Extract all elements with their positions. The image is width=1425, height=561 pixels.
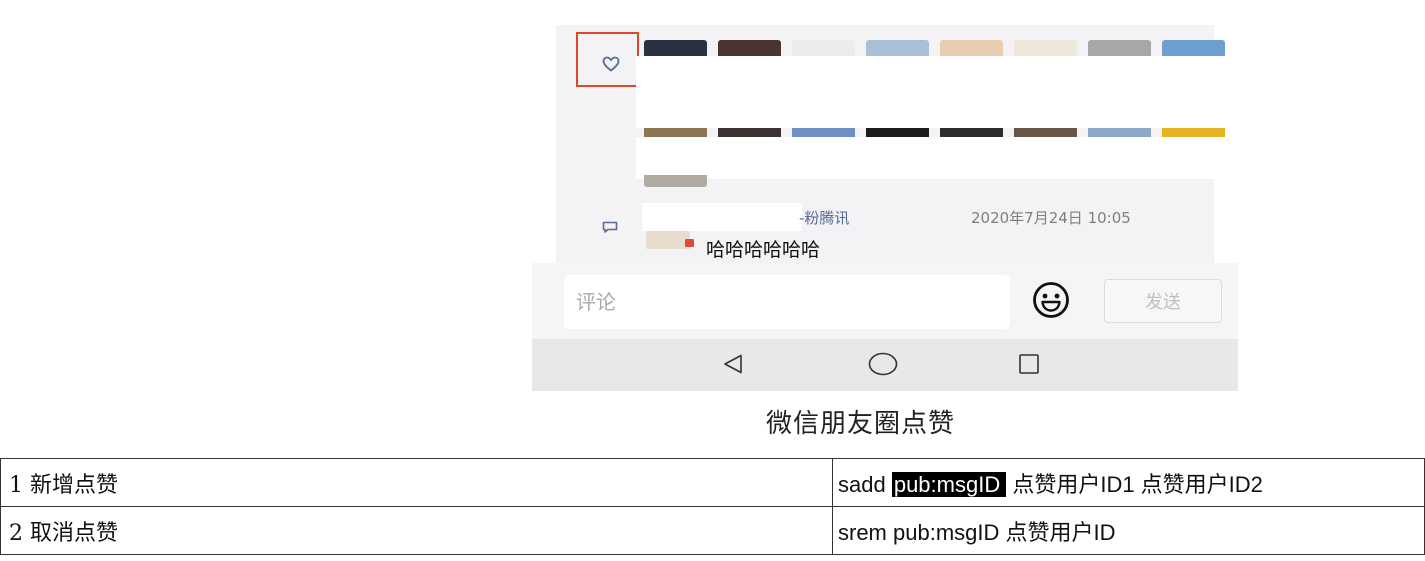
likes-panel: -粉腾讯 2020年7月24日 10:05 哈哈哈哈哈哈: [556, 25, 1238, 263]
table-row: 2 取消点赞 srem pub:msgID 点赞用户ID: [0, 506, 1425, 555]
commenter-avatar[interactable]: [646, 231, 694, 249]
flag-icon: [685, 239, 694, 247]
command-suffix: 点赞用户ID1 点赞用户ID2: [1006, 471, 1263, 497]
command-prefix: sadd: [838, 471, 892, 497]
commenter-name[interactable]: -粉腾讯: [799, 207, 849, 228]
emoji-icon[interactable]: [1032, 281, 1070, 319]
table-row: 1 新增点赞 sadd pub:msgID 点赞用户ID1 点赞用户ID2: [0, 458, 1425, 507]
highlighted-key: pub:msgID: [891, 471, 1007, 497]
redaction-mask: [642, 203, 802, 231]
heart-icon[interactable]: [602, 56, 620, 72]
command-table: 1 新增点赞 sadd pub:msgID 点赞用户ID1 点赞用户ID2 2 …: [0, 458, 1425, 555]
redaction-mask: [636, 56, 1238, 128]
nav-back-icon[interactable]: [722, 353, 744, 375]
android-nav-bar: [532, 339, 1238, 391]
figure-caption: 微信朋友圈点赞: [766, 409, 956, 439]
comment-text: 哈哈哈哈哈哈: [706, 239, 821, 261]
comment-icon: [602, 221, 618, 233]
send-button[interactable]: 发送: [1104, 279, 1222, 323]
nav-recents-icon[interactable]: [1018, 353, 1040, 375]
comment-input[interactable]: [564, 275, 1010, 329]
action-cell: 1 新增点赞: [0, 458, 833, 507]
command-cell: sadd pub:msgID 点赞用户ID1 点赞用户ID2: [832, 458, 1425, 507]
redaction-mask: [636, 137, 1238, 179]
action-cell: 2 取消点赞: [0, 506, 833, 555]
comment-input-bar: 发送: [532, 263, 1238, 339]
comment-time: 2020年7月24日 10:05: [971, 209, 1131, 227]
moments-screenshot: -粉腾讯 2020年7月24日 10:05 哈哈哈哈哈哈 发送: [532, 25, 1238, 391]
nav-home-icon[interactable]: [868, 352, 898, 376]
command-cell: srem pub:msgID 点赞用户ID: [832, 506, 1425, 555]
avatar[interactable]: [644, 175, 707, 187]
